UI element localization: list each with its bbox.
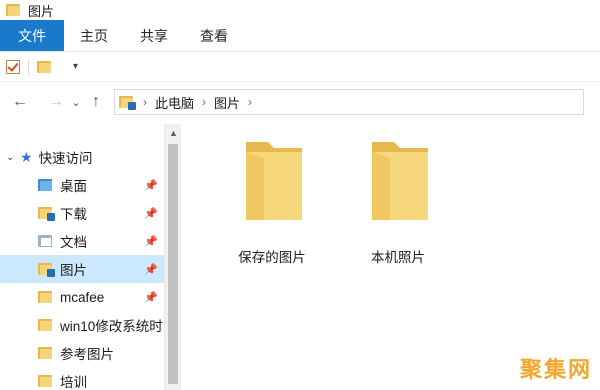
- folder-icon: [6, 3, 22, 17]
- pictures-folder-icon: [119, 95, 136, 110]
- sidebar-item-desktop[interactable]: 桌面 📌: [0, 171, 164, 199]
- address-bar[interactable]: › 此电脑 › 图片 ›: [114, 89, 584, 115]
- folder-name: 保存的图片: [238, 250, 306, 265]
- customize-toolbar-dropdown-icon[interactable]: ▾: [73, 61, 78, 72]
- chevron-down-icon[interactable]: ⌄: [6, 152, 16, 163]
- tab-home[interactable]: 主页: [64, 20, 124, 51]
- folder-name: 本机照片: [371, 250, 425, 265]
- sidebar-item-pictures[interactable]: 图片 📌: [0, 255, 164, 283]
- sidebar-item-win10[interactable]: win10修改系统时: [0, 311, 164, 339]
- sidebar-item-label: win10修改系统时: [60, 319, 163, 334]
- navigation-bar: ← → ⌄ ↑ › 此电脑 › 图片 ›: [0, 86, 600, 118]
- ribbon-tabs: 文件 主页 共享 查看: [0, 20, 600, 52]
- documents-icon: [38, 234, 54, 248]
- breadcrumb-pictures[interactable]: 图片: [214, 93, 240, 112]
- pin-icon: 📌: [144, 207, 158, 220]
- sidebar-item-mcafee[interactable]: mcafee 📌: [0, 283, 164, 311]
- sidebar-item-reference-pictures[interactable]: 参考图片: [0, 339, 164, 367]
- navigation-pane-scrollbar[interactable]: ▲: [164, 124, 181, 390]
- tab-share[interactable]: 共享: [124, 20, 184, 51]
- tab-file[interactable]: 文件: [0, 20, 64, 51]
- desktop-folder-icon: [38, 178, 54, 192]
- quick-access-header[interactable]: ⌄ ★ 快速访问: [0, 143, 164, 171]
- folder-tile-camera-roll[interactable]: 本机照片: [328, 124, 448, 265]
- pictures-folder-icon: [38, 262, 55, 277]
- sidebar-item-label: 下载: [60, 207, 87, 222]
- folder-icon: [372, 142, 428, 220]
- folder-icon: [38, 318, 54, 332]
- scroll-up-arrow-icon[interactable]: ▲: [165, 124, 182, 141]
- folder-icon: [38, 290, 54, 304]
- back-arrow-icon[interactable]: ←: [8, 90, 32, 114]
- breadcrumb-this-pc[interactable]: 此电脑: [155, 93, 194, 112]
- watermark-logo: 聚集网: [519, 357, 592, 382]
- downloads-folder-icon: [38, 206, 55, 221]
- sidebar-item-label: 桌面: [60, 179, 87, 194]
- folder-icon: [246, 142, 302, 220]
- sidebar-item-label: 培训: [60, 375, 87, 390]
- properties-check-icon[interactable]: [6, 59, 20, 74]
- breadcrumb-separator-icon[interactable]: ›: [143, 95, 147, 109]
- star-icon: ★: [20, 148, 33, 165]
- navigation-pane: ⌄ ★ 快速访问 桌面 📌 下载 📌 文档 📌 图片 📌 mcafee 📌 wi…: [0, 124, 164, 390]
- pin-icon: 📌: [144, 235, 158, 248]
- quick-access-label: 快速访问: [38, 151, 93, 166]
- folder-icon: [38, 346, 54, 360]
- breadcrumb-separator-icon[interactable]: ›: [202, 95, 206, 109]
- scrollbar-thumb[interactable]: [168, 144, 178, 384]
- new-folder-icon[interactable]: [37, 60, 53, 74]
- breadcrumb-separator-icon[interactable]: ›: [248, 95, 252, 109]
- sidebar-item-label: 参考图片: [60, 347, 114, 362]
- pin-icon: 📌: [144, 179, 158, 192]
- sidebar-item-label: mcafee: [60, 289, 105, 305]
- sidebar-item-training[interactable]: 培训: [0, 367, 164, 390]
- window-title: 图片: [28, 3, 55, 19]
- folder-icon: [38, 374, 54, 388]
- up-arrow-icon[interactable]: ↑: [84, 90, 108, 114]
- sidebar-item-downloads[interactable]: 下载 📌: [0, 199, 164, 227]
- sidebar-item-label: 文档: [60, 235, 87, 250]
- title-bar: 图片: [0, 0, 600, 20]
- sidebar-item-label: 图片: [60, 263, 87, 278]
- tab-view[interactable]: 查看: [184, 20, 244, 51]
- divider: [28, 58, 29, 75]
- file-list: 保存的图片 本机照片: [182, 124, 600, 390]
- pin-icon: 📌: [144, 263, 158, 276]
- sidebar-item-documents[interactable]: 文档 📌: [0, 227, 164, 255]
- pin-icon: 📌: [144, 291, 158, 304]
- folder-tile-saved-pictures[interactable]: 保存的图片: [202, 124, 322, 265]
- recent-locations-chevron-icon[interactable]: ⌄: [68, 90, 84, 114]
- forward-arrow-icon[interactable]: →: [44, 90, 68, 114]
- quick-access-toolbar: ▾: [0, 52, 600, 82]
